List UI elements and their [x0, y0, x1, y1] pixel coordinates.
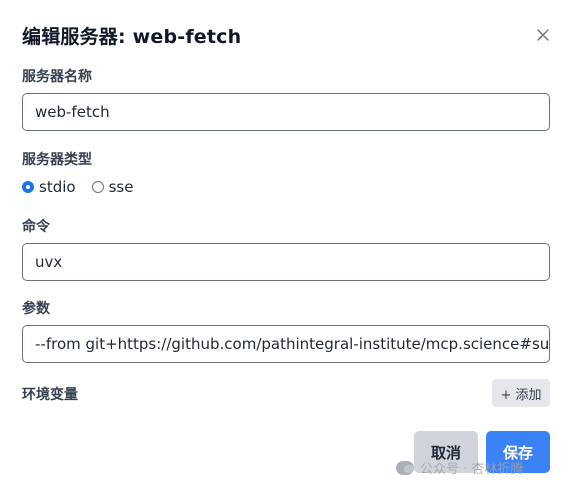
- command-label: 命令: [22, 219, 50, 235]
- radio-stdio-label: stdio: [39, 178, 76, 196]
- radio-stdio-dot[interactable]: [22, 181, 34, 193]
- radio-sse-label: sse: [108, 178, 134, 196]
- edit-server-dialog: 编辑服务器: web-fetch 服务器名称 web-fetch 服务器类型 s…: [0, 0, 573, 494]
- server-name-label: 服务器名称: [22, 69, 92, 85]
- args-label: 参数: [22, 301, 50, 317]
- radio-stdio[interactable]: stdio: [22, 178, 76, 196]
- wechat-icon: [396, 460, 414, 475]
- server-name-input[interactable]: web-fetch: [22, 93, 550, 131]
- close-icon[interactable]: [535, 27, 551, 43]
- watermark: 公众号 · 杏林折腾: [396, 458, 523, 477]
- add-env-button[interactable]: + 添加: [492, 379, 550, 407]
- server-type-label: 服务器类型: [22, 152, 92, 168]
- watermark-text: 公众号 · 杏林折腾: [420, 462, 524, 477]
- server-type-radio-group: stdio sse: [22, 178, 149, 196]
- args-input[interactable]: --from git+https://github.com/pathintegr…: [22, 325, 550, 363]
- dialog-title: 编辑服务器: web-fetch: [22, 26, 242, 48]
- command-input[interactable]: uvx: [22, 243, 550, 281]
- radio-sse[interactable]: sse: [91, 178, 134, 196]
- radio-sse-dot[interactable]: [91, 181, 104, 193]
- env-label: 环境变量: [22, 387, 78, 403]
